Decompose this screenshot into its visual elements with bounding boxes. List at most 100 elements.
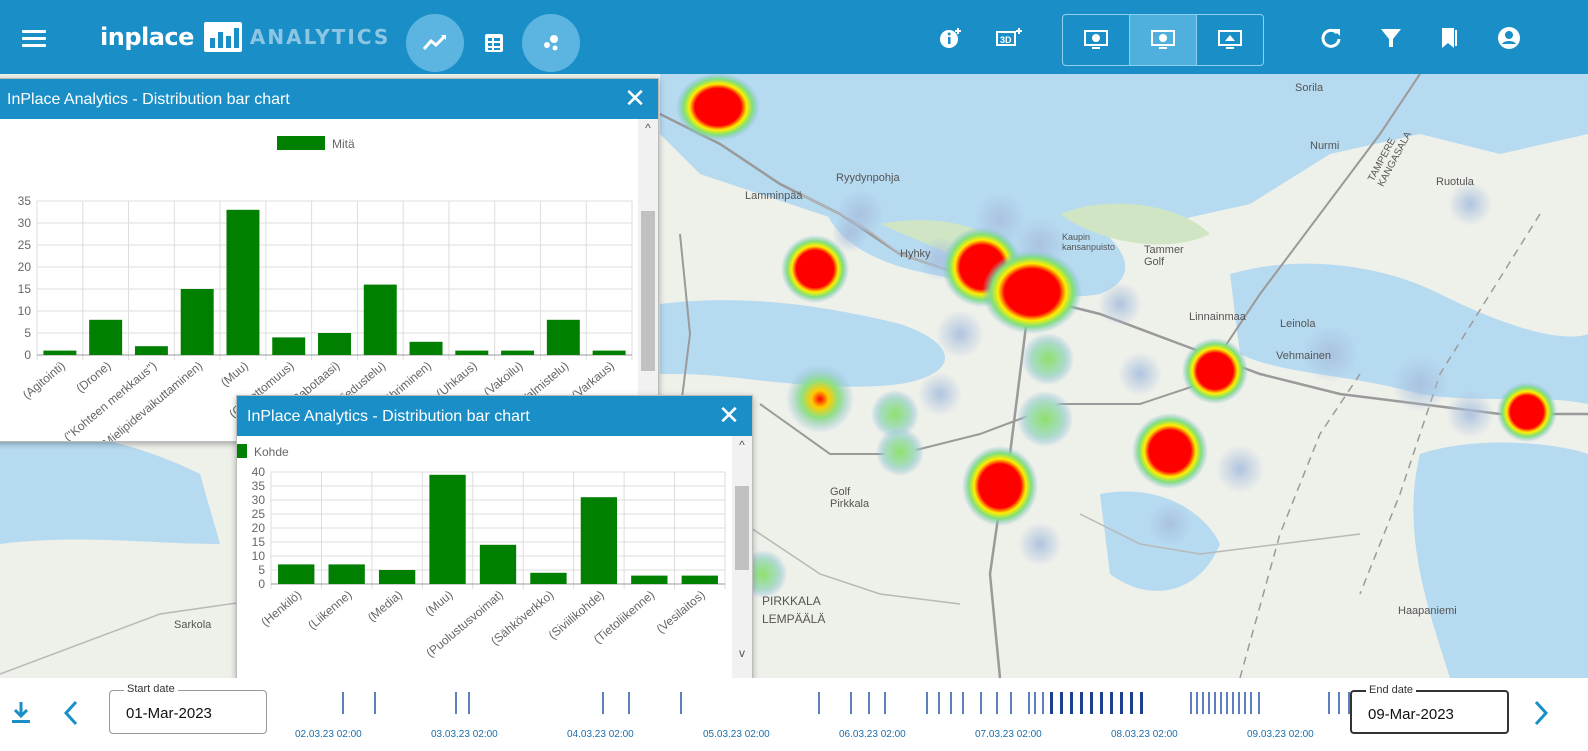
bar[interactable] [89,319,123,355]
info-plus-icon[interactable] [936,24,966,52]
timeline-event-mark [1130,692,1133,714]
table-view-button[interactable] [465,14,523,72]
bar[interactable] [479,544,517,584]
bar-chart-2: Kohde 0510152025303540 (Henkilö) (Liikenne)… [237,444,726,660]
screen-1-button[interactable] [1063,15,1129,65]
timeline-event-mark [884,692,886,714]
chart-window-2[interactable]: InPlace Analytics - Distribution bar cha… [236,395,753,685]
window-title-bar[interactable]: InPlace Analytics - Distribution bar cha… [237,396,752,436]
map-label: LEMPÄÄLÄ [762,612,826,626]
map-label: Vehmainen [1276,350,1332,362]
x-tick-label: (Agitointi) [20,359,68,402]
bar[interactable] [546,319,580,355]
y-tick-label: 10 [18,304,32,318]
bookmark-icon[interactable] [1434,24,1464,52]
chevron-left-icon[interactable] [60,698,84,728]
y-tick-label: 15 [18,282,32,296]
scroll-up-icon[interactable]: ^ [732,438,752,454]
window-title: InPlace Analytics - Distribution bar cha… [247,408,530,425]
scroll-up-icon[interactable]: ^ [638,121,658,137]
timeline-tick-label: 07.03.23 02:00 [975,729,1042,740]
bar[interactable] [318,333,351,355]
chart-window-1[interactable]: InPlace Analytics - Distribution bar cha… [0,78,659,442]
screen-layout-group [1062,14,1264,66]
refresh-icon[interactable] [1316,24,1346,52]
account-icon[interactable] [1494,24,1524,52]
scatter-view-button[interactable] [522,14,580,72]
bar[interactable] [455,350,489,355]
close-icon[interactable]: ✕ [716,402,742,428]
bar[interactable] [363,284,397,355]
timeline-event-mark [926,692,928,714]
timeline-histogram[interactable] [290,690,1350,720]
chevron-right-icon[interactable] [1528,698,1552,728]
y-tick-label: 25 [252,507,266,521]
x-tick-label: (Henkilö) [258,588,304,630]
bar[interactable] [501,350,535,355]
map-label: Sorila [1295,82,1324,94]
filter-icon[interactable] [1376,24,1406,52]
end-date-value[interactable]: 09-Mar-2023 [1368,706,1454,723]
bar[interactable] [409,341,443,355]
timeline-event-mark [1034,692,1036,714]
bar[interactable] [43,350,77,355]
timeline-event-mark [1244,692,1246,714]
legend-swatch [277,136,325,150]
start-date-value[interactable]: 01-Mar-2023 [126,705,212,722]
brand-name: inplace [100,23,194,51]
bar[interactable] [580,497,618,584]
timeline-event-mark [1202,692,1204,714]
map-label: Leinola [1280,318,1316,330]
end-date-field[interactable]: End date 09-Mar-2023 [1350,684,1509,734]
scroll-thumb[interactable] [641,211,655,371]
y-tick-label: 35 [18,194,32,208]
timeline-tick-label: 06.03.23 02:00 [839,729,906,740]
menu-icon[interactable] [22,30,46,48]
timeline-event-mark [868,692,870,714]
timeline-event-mark [1238,692,1240,714]
bar[interactable] [278,564,315,584]
bar[interactable] [226,209,260,355]
timeline-event-mark [1220,692,1222,714]
scatter-icon [544,35,558,51]
bar[interactable] [180,289,214,355]
x-tick-label: (Muu) [218,359,251,390]
timeline-event-mark [1042,692,1044,714]
timeline-event-mark [1196,692,1198,714]
add-display-icon[interactable]: 3D [994,24,1024,52]
timeline-event-mark [1250,692,1252,714]
bar[interactable] [272,337,306,355]
timeline-event-mark [1070,692,1073,714]
bar[interactable] [592,350,626,355]
start-date-field[interactable]: Start date 01-Mar-2023 [109,683,267,734]
bar[interactable] [530,572,567,584]
screen-2-button[interactable] [1129,15,1196,65]
close-icon[interactable]: ✕ [622,85,648,111]
bar[interactable] [378,570,416,584]
scroll-thumb[interactable] [735,486,749,570]
window-title-bar[interactable]: InPlace Analytics - Distribution bar cha… [0,79,658,119]
bar[interactable] [681,575,718,584]
timeline-event-mark [1338,692,1340,714]
map-label: Linnainmaa [1189,311,1246,323]
timeline-tick-label: 02.03.23 02:00 [295,729,362,740]
x-tick-label: (Vesilaitos) [654,588,708,636]
bar[interactable] [631,575,668,584]
timeline-event-mark [962,692,964,714]
window-title: InPlace Analytics - Distribution bar cha… [7,91,290,108]
scrollbar[interactable]: ^ [638,119,658,441]
scroll-down-icon[interactable]: v [732,646,752,662]
scrollbar[interactable]: ^ v [732,436,752,684]
timeline-event-mark [950,692,952,714]
map-label: Hyhky [900,248,931,260]
map-label: Ruotula [1436,176,1474,188]
y-tick-label: 35 [252,479,266,493]
bar[interactable] [134,346,168,355]
download-icon[interactable] [6,698,36,728]
svg-text:3D: 3D [1000,35,1012,45]
bar[interactable] [328,564,365,584]
screen-3-button[interactable] [1196,15,1263,65]
map-label: Nurmi [1310,140,1340,152]
bar[interactable] [429,474,466,584]
line-chart-view-button[interactable] [406,14,464,72]
